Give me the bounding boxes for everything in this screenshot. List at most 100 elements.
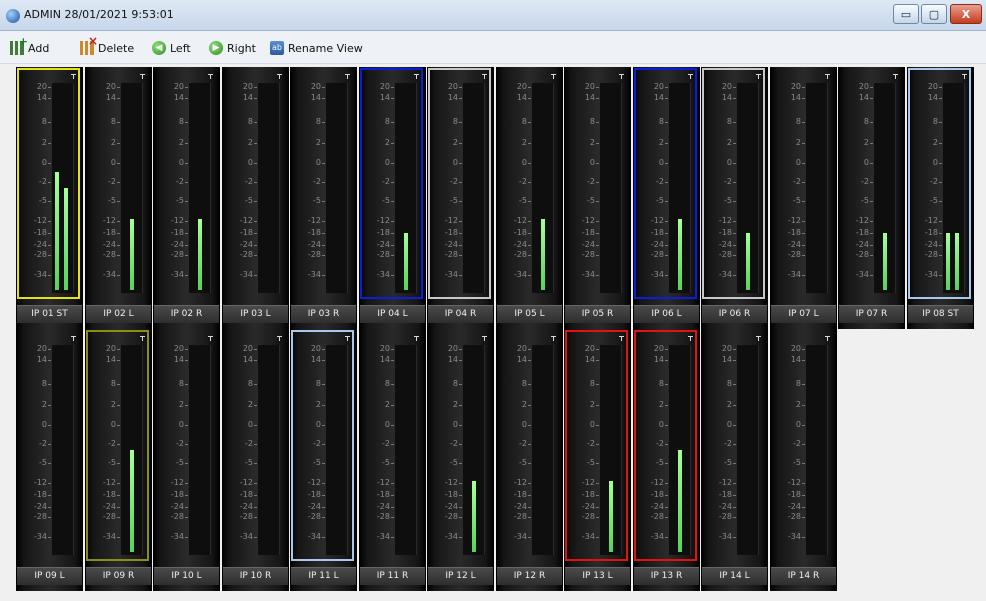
rename-view-button[interactable]: ab Rename View [270,39,363,57]
add-button[interactable]: Add [10,35,49,57]
meter-box[interactable]: 20 14 8 2 0 -2 -5 -12 -18 -24 -28 -34 [86,68,149,299]
meter-box[interactable]: 20 14 8 2 0 -2 -5 -12 -18 -24 -28 -34 [702,68,765,299]
meter-strip[interactable]: 20 14 8 2 0 -2 -5 -12 -18 -24 -28 -34 IP 06 L [633,67,700,329]
meter-box[interactable]: 20 14 8 2 0 -2 -5 -12 -18 -24 -28 -34 [634,330,697,561]
meter-box[interactable]: 20 14 8 2 0 -2 -5 -12 -18 -24 -28 -34 [702,330,765,561]
meter-box[interactable]: 20 14 8 2 0 -2 -5 -12 -18 -24 -28 -34 [428,68,491,299]
meter-strip[interactable]: 20 14 8 2 0 -2 -5 -12 -18 -24 -28 -34 IP 04 R [427,67,494,329]
meter-strip[interactable]: 20 14 8 2 0 -2 -5 -12 -18 -24 -28 -34 IP 08 ST [907,67,974,329]
scale-label: 14 [242,355,253,364]
scale-label: -34 [718,270,732,279]
meter-strip[interactable]: 20 14 8 2 0 -2 -5 -12 -18 -24 -28 -34 IP 05 R [564,67,631,329]
peak-marker [414,74,419,79]
delete-button[interactable]: Delete [80,34,134,57]
meter-strip[interactable]: 20 14 8 2 0 -2 -5 -12 -18 -24 -28 -34 IP 04 L [359,67,426,329]
scale-label: 2 [178,138,184,147]
meter-box[interactable]: 20 14 8 2 0 -2 -5 -12 -18 -24 -28 -34 [497,330,560,561]
scale-label: 0 [178,420,184,429]
meter-box[interactable]: 20 14 8 2 0 -2 -5 -12 -18 -24 -28 -34 [291,330,354,561]
meter-box[interactable]: 20 14 8 2 0 -2 -5 -12 -18 -24 -28 -34 [908,68,971,299]
maximize-button[interactable]: ▢ [921,4,947,24]
meter-box[interactable]: 20 14 8 2 0 -2 -5 -12 -18 -24 -28 -34 [565,330,628,561]
meter-strip[interactable]: 20 14 8 2 0 -2 -5 -12 -18 -24 -28 -34 IP 01 ST [16,67,83,329]
meter-strip[interactable]: 20 14 8 2 0 -2 -5 -12 -18 -24 -28 -34 IP 11 L [290,329,357,591]
meter-box[interactable]: 20 14 8 2 0 -2 -5 -12 -18 -24 -28 -34 [17,68,80,299]
scale-label: -12 [581,478,595,487]
peak-marker [482,336,487,341]
scale-label: 8 [589,117,595,126]
meter-box[interactable]: 20 14 8 2 0 -2 -5 -12 -18 -24 -28 -34 [86,330,149,561]
scale-label: -5 [108,458,116,467]
meter-track [51,345,74,555]
meter-box[interactable]: 20 14 8 2 0 -2 -5 -12 -18 -24 -28 -34 [17,330,80,561]
scale-label: 20 [242,82,253,91]
meter-box[interactable]: 20 14 8 2 0 -2 -5 -12 -18 -24 -28 -34 [223,68,286,299]
scale-label: 14 [242,93,253,102]
meter-label: IP 04 L [360,305,425,323]
meter-strip[interactable]: 20 14 8 2 0 -2 -5 -12 -18 -24 -28 -34 IP 14 L [701,329,768,591]
meter-strip[interactable]: 20 14 8 2 0 -2 -5 -12 -18 -24 -28 -34 IP 03 L [222,67,289,329]
arrow-left-icon: ◀ [152,41,166,55]
scale-label: -28 [102,250,116,259]
scale-label: -24 [170,502,184,511]
meter-strip[interactable]: 20 14 8 2 0 -2 -5 -12 -18 -24 -28 -34 IP 10 R [222,329,289,591]
scale-label: -5 [861,196,869,205]
meter-strip[interactable]: 20 14 8 2 0 -2 -5 -12 -18 -24 -28 -34 IP 02 L [85,67,152,329]
meter-box[interactable]: 20 14 8 2 0 -2 -5 -12 -18 -24 -28 -34 [428,330,491,561]
meter-strip[interactable]: 20 14 8 2 0 -2 -5 -12 -18 -24 -28 -34 IP 07 R [838,67,905,329]
meter-strip[interactable]: 20 14 8 2 0 -2 -5 -12 -18 -24 -28 -34 IP 14 R [770,329,837,591]
scale-label: -5 [245,458,253,467]
meter-box[interactable]: 20 14 8 2 0 -2 -5 -12 -18 -24 -28 -34 [497,68,560,299]
meter-label: IP 06 L [634,305,699,323]
meter-strip[interactable]: 20 14 8 2 0 -2 -5 -12 -18 -24 -28 -34 IP 02 R [153,67,220,329]
meter-box[interactable]: 20 14 8 2 0 -2 -5 -12 -18 -24 -28 -34 [291,68,354,299]
meter-strip[interactable]: 20 14 8 2 0 -2 -5 -12 -18 -24 -28 -34 IP 12 L [427,329,494,591]
meter-box[interactable]: 20 14 8 2 0 -2 -5 -12 -18 -24 -28 -34 [771,330,834,561]
meter-box[interactable]: 20 14 8 2 0 -2 -5 -12 -18 -24 -28 -34 [565,68,628,299]
meter-strip[interactable]: 20 14 8 2 0 -2 -5 -12 -18 -24 -28 -34 IP 12 R [496,329,563,591]
meter-track [942,83,965,293]
meter-box[interactable]: 20 14 8 2 0 -2 -5 -12 -18 -24 -28 -34 [154,68,217,299]
scale-label: -2 [724,177,732,186]
meter-strip[interactable]: 20 14 8 2 0 -2 -5 -12 -18 -24 -28 -34 IP 07 L [770,67,837,329]
meter-strip[interactable]: 20 14 8 2 0 -2 -5 -12 -18 -24 -28 -34 IP 03 R [290,67,357,329]
meter-strip[interactable]: 20 14 8 2 0 -2 -5 -12 -18 -24 -28 -34 IP 05 L [496,67,563,329]
scale-label: 0 [452,158,458,167]
scale-label: -2 [450,439,458,448]
scale-label: -24 [718,240,732,249]
scale-label: -2 [245,439,253,448]
meter-box[interactable]: 20 14 8 2 0 -2 -5 -12 -18 -24 -28 -34 [839,68,902,299]
peak-marker [825,336,830,341]
meter-box[interactable]: 20 14 8 2 0 -2 -5 -12 -18 -24 -28 -34 [360,68,423,299]
meter-label: IP 13 L [565,567,630,585]
meter-strip[interactable]: 20 14 8 2 0 -2 -5 -12 -18 -24 -28 -34 IP 13 R [633,329,700,591]
level-bar [678,450,682,552]
scale-label: -2 [313,439,321,448]
scale-label: 20 [516,344,527,353]
scale-label: -28 [307,250,321,259]
right-button[interactable]: ▶ Right [209,39,256,57]
scale-label: 0 [384,158,390,167]
peak-marker [140,74,145,79]
scale-label: -24 [581,240,595,249]
meter-box[interactable]: 20 14 8 2 0 -2 -5 -12 -18 -24 -28 -34 [360,330,423,561]
scale-label: -18 [239,228,253,237]
scale-label: 2 [658,138,664,147]
close-button[interactable]: X [950,4,982,24]
meter-box[interactable]: 20 14 8 2 0 -2 -5 -12 -18 -24 -28 -34 [223,330,286,561]
scale-label: -18 [170,228,184,237]
meter-strip[interactable]: 20 14 8 2 0 -2 -5 -12 -18 -24 -28 -34 IP 09 L [16,329,83,591]
meter-box[interactable]: 20 14 8 2 0 -2 -5 -12 -18 -24 -28 -34 [154,330,217,561]
meter-strip[interactable]: 20 14 8 2 0 -2 -5 -12 -18 -24 -28 -34 IP 09 R [85,329,152,591]
meter-strip[interactable]: 20 14 8 2 0 -2 -5 -12 -18 -24 -28 -34 IP 11 R [359,329,426,591]
meter-strip[interactable]: 20 14 8 2 0 -2 -5 -12 -18 -24 -28 -34 IP 10 L [153,329,220,591]
left-button[interactable]: ◀ Left [152,39,191,57]
meter-box[interactable]: 20 14 8 2 0 -2 -5 -12 -18 -24 -28 -34 [634,68,697,299]
minimize-button[interactable]: ▭ [893,4,919,24]
scale-label: 14 [927,93,938,102]
meter-strip[interactable]: 20 14 8 2 0 -2 -5 -12 -18 -24 -28 -34 IP 06 R [701,67,768,329]
meter-grid: 20 14 8 2 0 -2 -5 -12 -18 -24 -28 -34 IP 01 ST 20 14 8 2… [16,67,976,597]
scale-label: 0 [247,158,253,167]
meter-strip[interactable]: 20 14 8 2 0 -2 -5 -12 -18 -24 -28 -34 IP 13 L [564,329,631,591]
meter-box[interactable]: 20 14 8 2 0 -2 -5 -12 -18 -24 -28 -34 [771,68,834,299]
